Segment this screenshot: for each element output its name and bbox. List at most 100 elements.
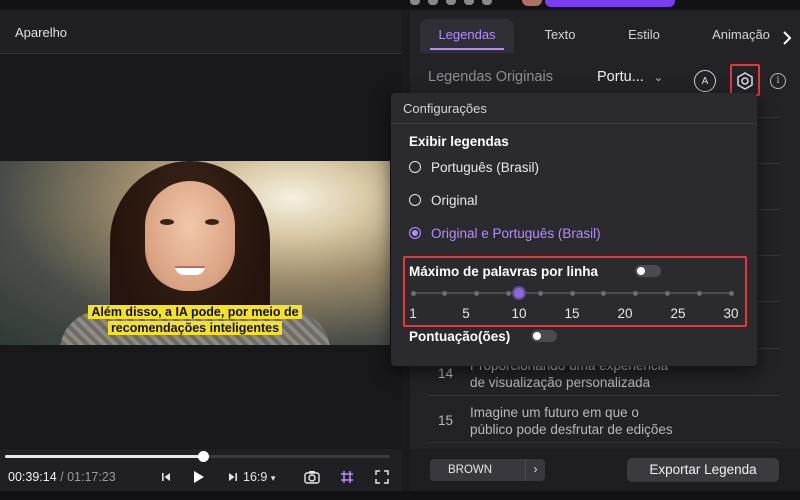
caption-line-2: recomendações inteligentes	[107, 321, 283, 335]
punctuation-label: Pontuação(ões)	[409, 329, 511, 344]
panel-footer: BROWN › Exportar Legenda	[410, 449, 800, 491]
slider-step-dot[interactable]	[569, 290, 575, 296]
toolbar-icon[interactable]	[464, 0, 474, 5]
slider-step-dot[interactable]	[442, 290, 448, 296]
slider-tick-label: 20	[617, 306, 633, 321]
radio-original-and-portuguese[interactable]: Original e Português (Brasil)	[409, 224, 601, 242]
toolbar-icon[interactable]	[428, 0, 438, 5]
video-eye	[160, 219, 174, 225]
radio-label: Original e Português (Brasil)	[431, 225, 601, 241]
radio-icon	[409, 194, 421, 206]
dropdown-title: Configurações	[403, 101, 487, 116]
radio-icon	[409, 161, 421, 173]
total-time: 01:17:23	[67, 470, 116, 484]
tab-estilo[interactable]: Estilo	[612, 19, 676, 53]
fullscreen-icon[interactable]	[373, 468, 391, 486]
toggle-knob	[637, 267, 645, 275]
slider-step-dot[interactable]	[537, 290, 543, 296]
punctuation-toggle[interactable]	[531, 330, 557, 342]
video-frame[interactable]: Além disso, a IA pode, por meio de recom…	[0, 161, 390, 345]
video-eye	[205, 219, 219, 225]
ai-translate-icon[interactable]: A	[694, 70, 716, 92]
player-title: Aparelho	[15, 25, 68, 40]
subtitle-caption[interactable]: Além disso, a IA pode, por meio de recom…	[0, 304, 390, 336]
ai-icon-letter: A	[701, 75, 709, 87]
slider-handle[interactable]	[512, 286, 526, 300]
tab-animacao[interactable]: Animação	[700, 19, 782, 53]
timeline-progress	[5, 455, 203, 458]
upgrade-button[interactable]	[545, 0, 675, 7]
toggle-knob	[533, 332, 541, 340]
subtitle-number: 14	[438, 366, 454, 381]
aspect-ratio-select[interactable]: 16:9 ▾	[243, 470, 275, 484]
slider-step-dot[interactable]	[505, 290, 511, 296]
slider-tick-label: 1	[409, 306, 417, 321]
radio-original[interactable]: Original	[409, 191, 478, 209]
player-controls: 00:39:14 / 01:17:23 16:9 ▾	[0, 463, 402, 491]
slider-step-dot[interactable]	[601, 290, 607, 296]
settings-gear-icon[interactable]	[734, 70, 756, 92]
slider-tick-label: 15	[564, 306, 580, 321]
chevron-down-icon: ▾	[270, 473, 276, 483]
style-preset-button[interactable]: BROWN ›	[430, 459, 545, 481]
caption-line-1: Além disso, a IA pode, por meio de	[88, 305, 302, 319]
timeline-scrubber[interactable]	[5, 451, 390, 462]
subtitle-text[interactable]: Imagine um futuro em que o público pode …	[470, 404, 770, 438]
export-subtitles-button[interactable]: Exportar Legenda	[627, 458, 779, 482]
player-panel: Aparelho Além disso, a IA pode, por meio…	[0, 11, 402, 491]
subtitle-line: de visualização personalizada	[470, 375, 651, 390]
avatar[interactable]	[522, 0, 542, 6]
original-subtitles-label: Legendas Originais	[428, 69, 553, 85]
aspect-ratio-value: 16:9	[243, 470, 268, 484]
tab-legendas[interactable]: Legendas	[420, 19, 514, 53]
display-subtitles-heading: Exibir legendas	[409, 134, 509, 149]
video-mouth	[175, 266, 205, 275]
radio-label: Português (Brasil)	[431, 159, 540, 175]
radio-label: Original	[431, 192, 478, 208]
next-frame-icon[interactable]	[224, 468, 242, 486]
radio-portuguese[interactable]: Português (Brasil)	[409, 158, 539, 176]
tab-bar: Legendas Texto Estilo Animação	[420, 19, 800, 53]
language-value: Portu...	[597, 69, 644, 85]
play-icon[interactable]	[190, 468, 208, 486]
slider-step-dot[interactable]	[696, 290, 702, 296]
chevron-right-icon[interactable]	[782, 30, 792, 51]
time-separator: /	[56, 470, 68, 484]
toolbar-icon[interactable]	[482, 0, 492, 5]
chevron-right-icon[interactable]: ›	[525, 459, 545, 481]
bottom-strip	[0, 491, 800, 500]
max-words-slider[interactable]	[410, 286, 734, 300]
slider-tick-label: 30	[723, 306, 739, 321]
max-words-label: Máximo de palavras por linha	[409, 264, 599, 279]
timeline-handle[interactable]	[197, 451, 209, 462]
chevron-down-icon: ⌄	[653, 72, 663, 84]
language-select[interactable]: Portu... ⌄	[597, 69, 663, 85]
slider-step-dot[interactable]	[664, 290, 670, 296]
slider-step-dot[interactable]	[728, 290, 734, 296]
subtitle-line: público pode desfrutar de edições	[470, 422, 673, 437]
prev-frame-icon[interactable]	[157, 468, 175, 486]
subtitle-number: 15	[438, 413, 454, 428]
info-icon[interactable]: i	[770, 73, 786, 89]
slider-step-dot[interactable]	[474, 290, 480, 296]
slider-tick-label: 10	[511, 306, 527, 321]
toolbar-icon[interactable]	[446, 0, 456, 5]
slider-tick-label: 25	[670, 306, 686, 321]
radio-icon	[409, 227, 421, 239]
max-words-toggle[interactable]	[635, 265, 661, 277]
settings-dropdown: Configurações Exibir legendas Português …	[391, 93, 757, 366]
tab-texto[interactable]: Texto	[528, 19, 592, 53]
subtitle-item[interactable]: 15 Imagine um futuro em que o público po…	[428, 404, 780, 450]
slider-step-dot[interactable]	[410, 290, 416, 296]
grid-icon[interactable]	[338, 468, 356, 486]
time-display: 00:39:14 / 01:17:23	[8, 470, 116, 484]
style-preset-label: BROWN	[448, 464, 493, 476]
subtitle-line: Imagine um futuro em que o	[470, 405, 639, 420]
divider	[391, 123, 757, 124]
camera-icon[interactable]	[303, 468, 321, 486]
slider-tick-label: 5	[462, 306, 470, 321]
slider-step-dot[interactable]	[633, 290, 639, 296]
current-time: 00:39:14	[8, 470, 57, 484]
toolbar-icon[interactable]	[410, 0, 420, 5]
top-toolbar-strip	[0, 0, 800, 9]
